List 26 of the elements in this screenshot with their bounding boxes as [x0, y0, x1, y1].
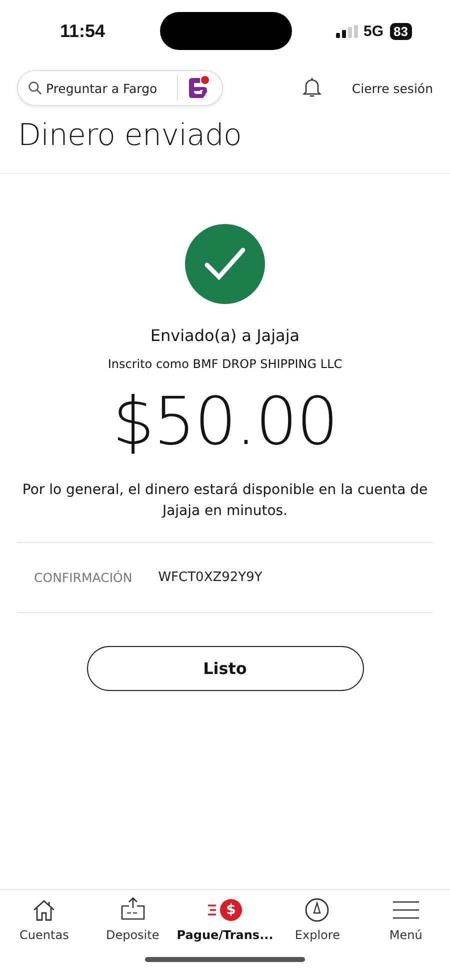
done-button[interactable]: Listo	[86, 646, 364, 691]
enrolled-name: Inscrito como BMF DROP SHIPPING LLC	[108, 357, 342, 371]
nav-tab[interactable]: Deposite	[88, 896, 177, 942]
notification-bell-icon[interactable]	[302, 77, 322, 99]
search-bar[interactable]: Preguntar a Fargo	[17, 70, 223, 106]
nav-tab[interactable]: Explore	[273, 896, 362, 942]
availability-note: Por lo general, el dinero estará disponible en la cuenta de Jajaja en minutos.	[21, 481, 429, 521]
search-icon	[28, 81, 42, 95]
speed-lines-icon	[208, 904, 218, 916]
dollar-badge: $	[220, 899, 242, 921]
logout-link[interactable]: Cierre sesión	[352, 80, 433, 96]
signal-icon	[336, 24, 358, 38]
confirmation-number: WFCT0XZ92Y9Y	[158, 570, 262, 585]
amount: $50.00	[112, 383, 338, 460]
recipient-text: Enviado(a) a Jajaja	[150, 326, 300, 345]
network-label: 5G	[364, 22, 384, 40]
search-field[interactable]: Preguntar a Fargo	[46, 80, 170, 96]
clock: 11:54	[60, 20, 106, 42]
success-check-icon	[185, 224, 265, 304]
nav-tab[interactable]: Cuentas	[0, 896, 88, 942]
nav-tab[interactable]: $ Pague/Trans...	[176, 896, 274, 942]
compass-icon	[304, 897, 330, 923]
page-title: Dinero enviado	[18, 118, 243, 155]
nav-tab[interactable]: Menú	[362, 896, 450, 942]
battery-indicator: 83	[390, 22, 412, 40]
confirmation-label: CONFIRMACIÓN	[34, 570, 132, 585]
